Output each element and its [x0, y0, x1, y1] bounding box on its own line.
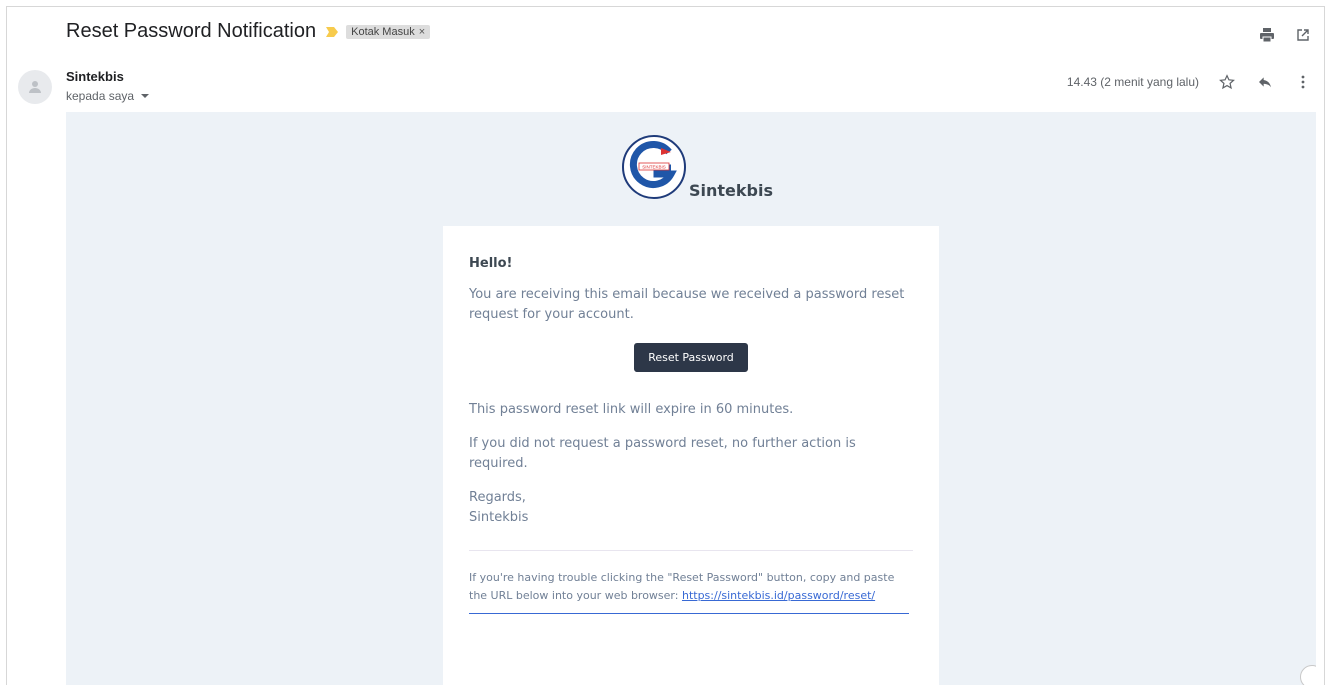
sintekbis-logo-icon: SINTEKBIS [622, 135, 686, 199]
sender-avatar[interactable] [18, 70, 52, 104]
open-in-new-icon[interactable] [1293, 25, 1313, 45]
no-action-text: If you did not request a password reset,… [469, 436, 856, 471]
recipient-text: kepada saya [66, 89, 135, 103]
star-icon[interactable] [1217, 72, 1237, 92]
regards-text: Regards, [469, 490, 526, 505]
inbox-label-chip: Kotak Masuk × [346, 24, 431, 39]
greeting: Hello! [469, 256, 513, 271]
remove-label-button[interactable]: × [419, 26, 425, 38]
person-icon [29, 81, 41, 93]
sender-name[interactable]: Sintekbis [66, 69, 149, 84]
divider [469, 550, 913, 551]
recipient-details[interactable]: kepada saya [66, 89, 150, 103]
reset-url-link[interactable]: https://sintekbis.id/password/reset/ [682, 589, 875, 602]
message-meta: 14.43 (2 menit yang lalu) [1067, 72, 1313, 92]
brand-header[interactable]: SINTEKBIS Sintekbis [621, 134, 773, 200]
chevron-down-icon[interactable] [141, 94, 150, 98]
more-vert-icon[interactable] [1293, 72, 1313, 92]
reset-password-button[interactable]: Reset Password [634, 343, 748, 372]
trouble-text: If you're having trouble clicking the "R… [469, 569, 913, 605]
intro-text: You are receiving this email because we … [469, 287, 905, 322]
logo-text: SINTEKBIS [642, 165, 666, 170]
message-card: Hello! You are receiving this email beca… [443, 226, 939, 685]
link-underline [469, 613, 909, 614]
email-subject: Reset Password Notification [66, 20, 317, 42]
reply-icon[interactable] [1255, 72, 1275, 92]
importance-marker-icon[interactable] [326, 26, 339, 38]
button-wrapper: Reset Password [469, 343, 913, 372]
subject-row: Reset Password Notification Kotak Masuk … [66, 20, 431, 43]
signature-text: Sintekbis [469, 510, 529, 525]
email-body: SINTEKBIS Sintekbis Hello! You are recei… [66, 112, 1316, 685]
label-text: Kotak Masuk [351, 25, 415, 38]
scroll-handle[interactable] [1300, 665, 1316, 685]
sender-info: Sintekbis kepada saya [66, 69, 150, 103]
expire-text: This password reset link will expire in … [469, 402, 794, 417]
print-icon[interactable] [1257, 25, 1277, 45]
top-actions [1257, 25, 1313, 45]
timestamp: 14.43 (2 menit yang lalu) [1066, 75, 1199, 89]
brand-name: Sintekbis [689, 181, 773, 200]
